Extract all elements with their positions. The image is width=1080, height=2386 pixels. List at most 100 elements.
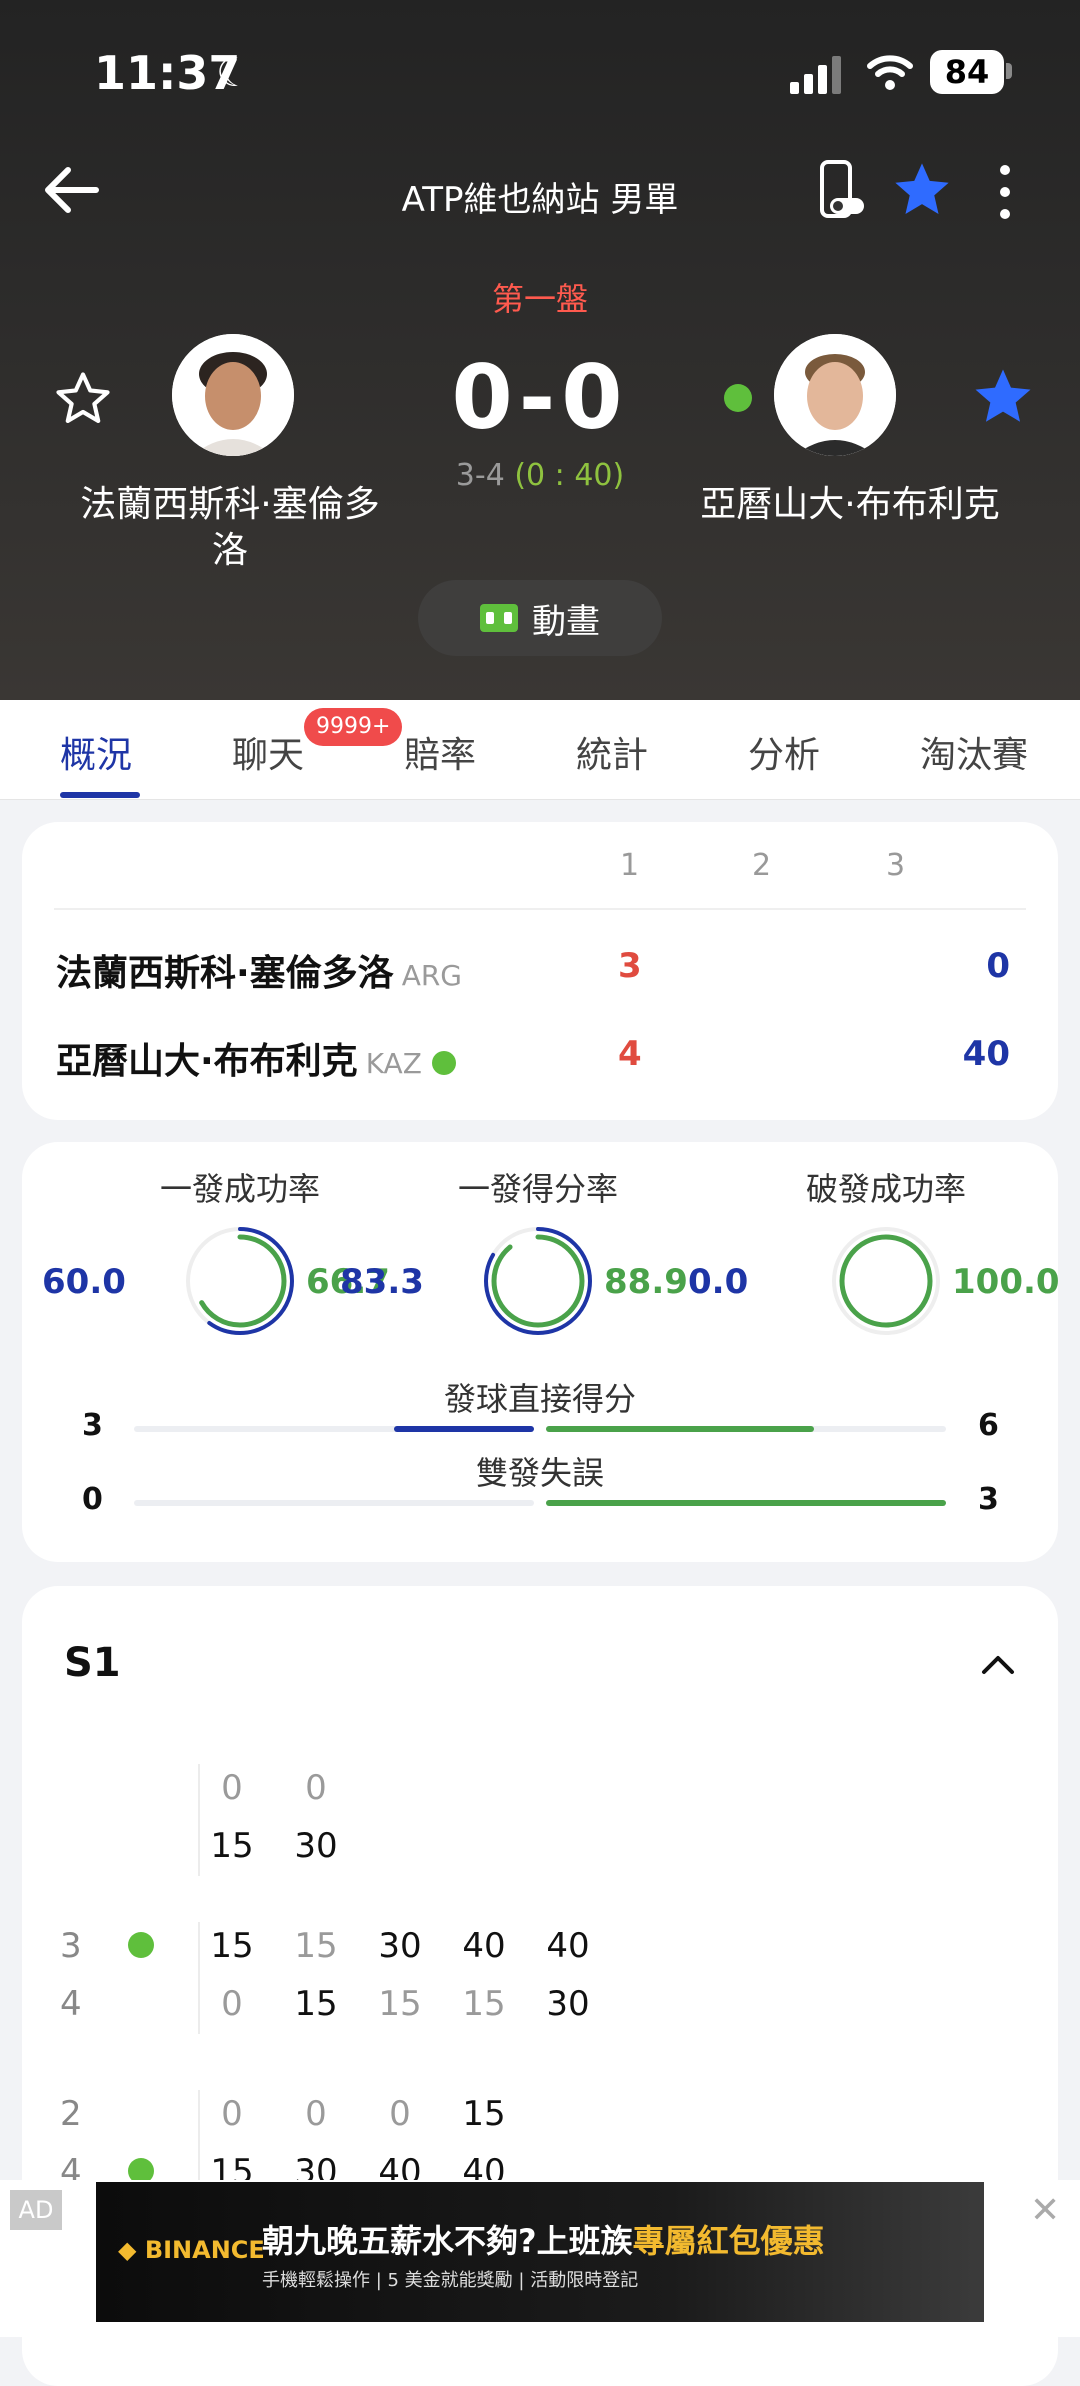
ring-right-arc (193, 1234, 287, 1328)
tab-knockout[interactable]: 淘汰賽 (920, 726, 1028, 778)
point-score-bottom: 15 (378, 1984, 422, 2024)
stat-ring (186, 1227, 294, 1335)
tab-odds[interactable]: 賠率 (404, 726, 476, 778)
game-count-top: 3 (60, 1926, 82, 1966)
ad-headline: 朝九晚五薪水不夠?上班族專屬紅包優惠 (262, 2216, 825, 2262)
bar-stat-label: 發球直接得分 (443, 1380, 636, 1418)
point-score-top: 15 (210, 1926, 254, 1966)
player-right-name[interactable]: 亞曆山大·布布利克 (700, 482, 1000, 528)
left-points: 0 (986, 946, 1010, 986)
bar-fill-left (394, 1426, 534, 1432)
points-score: (0 : 40) (514, 458, 625, 493)
bar-fill-right (546, 1500, 946, 1506)
more-options-icon[interactable] (990, 160, 1020, 224)
left-set1-games: 3 (618, 946, 642, 986)
right-points: 40 (962, 1034, 1010, 1074)
scoreboard-divider (54, 908, 1026, 910)
ring-right-arc (839, 1234, 933, 1328)
server-ball-icon (128, 1932, 154, 1958)
stat-right-value: 100.0 (952, 1262, 1060, 1302)
point-score-bottom: 15 (210, 1826, 254, 1866)
favorite-star-icon[interactable] (890, 158, 954, 222)
games-count: 3-4 (455, 458, 505, 493)
bar-stat-label: 雙發失誤 (475, 1454, 604, 1492)
point-score-bottom: 15 (294, 1984, 338, 2024)
stat-left-value: 60.0 (42, 1262, 126, 1302)
animation-button[interactable]: 動畫 (418, 580, 662, 656)
bar-stat-left-value: 3 (82, 1408, 103, 1443)
tab-stats[interactable]: 統計 (576, 726, 648, 778)
point-score-bottom: 30 (546, 1984, 590, 2024)
tab-bar: 概況 聊天 賠率 統計 分析 淘汰賽 (0, 700, 1080, 800)
scoreboard-right-name: 亞曆山大·布布利克 (56, 1041, 358, 1082)
game-count-bottom: 4 (60, 1984, 82, 2024)
favorite-left-star-icon[interactable] (52, 368, 114, 430)
set-score: 0-0 (451, 346, 629, 449)
animation-label: 動畫 (532, 601, 600, 642)
stat-title: 一發成功率 (159, 1170, 320, 1208)
ad-headline-a: 朝九晚五薪水不夠?上班族 (262, 2222, 633, 2260)
battery-cap (1006, 63, 1012, 79)
bar-track-left (134, 1500, 534, 1506)
point-score-top: 0 (221, 1768, 243, 1808)
bar-stat-right-value: 3 (978, 1482, 999, 1517)
ad-banner[interactable]: ◆ BINANCE 朝九晚五薪水不夠?上班族專屬紅包優惠 手機輕鬆操作 | 5 … (96, 2182, 984, 2322)
stat-left-value: 83.3 (340, 1262, 424, 1302)
point-score-top: 0 (305, 1768, 327, 1808)
chevron-up-icon[interactable] (978, 1648, 1018, 1680)
point-score-top: 40 (546, 1926, 590, 1966)
ad-subtext: 手機輕鬆操作 | 5 美金就能獎勵 | 活動限時登記 (262, 2270, 639, 2291)
battery-indicator: 84 (930, 50, 1004, 94)
ad-close-icon[interactable]: ✕ (1030, 2190, 1060, 2231)
scoreboard-left-name: 法蘭西斯科·塞倫多洛 (56, 953, 394, 994)
point-score-bottom: 0 (221, 1984, 243, 2024)
stat-title: 破發成功率 (805, 1170, 966, 1208)
right-set1-games: 4 (618, 1034, 642, 1074)
tab-chat[interactable]: 聊天 (232, 726, 304, 778)
serving-ball-icon (431, 1051, 456, 1075)
scoreboard-left-country: ARG (401, 959, 462, 992)
player-left-name[interactable]: 法蘭西斯科·塞倫多洛 (70, 482, 390, 574)
stat-right-value: 88.9 (604, 1262, 688, 1302)
point-score-top: 40 (462, 1926, 506, 1966)
current-set-label: 第一盤 (491, 280, 588, 318)
stat-ring (832, 1227, 940, 1335)
set-header-2: 2 (752, 848, 772, 883)
ad-brand: ◆ BINANCE (118, 2236, 265, 2264)
moon-icon: ☾ (216, 50, 252, 96)
player-left-avatar[interactable] (172, 334, 294, 456)
set-header-3: 3 (886, 848, 906, 883)
scoreboard-right-country: KAZ (365, 1047, 422, 1080)
stat-left-value: 0.0 (688, 1262, 749, 1302)
ad-tag: AD (10, 2190, 62, 2230)
point-score-top: 0 (221, 2094, 243, 2134)
ad-headline-b: 專屬紅包優惠 (632, 2222, 825, 2260)
game-count-top: 2 (60, 2094, 82, 2134)
point-score-top: 0 (305, 2094, 327, 2134)
chat-badge: 9999+ (304, 708, 403, 746)
bar-stat-right-value: 6 (978, 1408, 999, 1443)
animation-icon (480, 604, 518, 632)
bar-stat-left-value: 0 (82, 1482, 103, 1517)
signal-icon (790, 56, 841, 94)
wifi-icon (867, 55, 913, 90)
point-score-top: 15 (462, 2094, 506, 2134)
set-detail-title: S1 (64, 1640, 121, 1686)
player-right-avatar[interactable] (774, 334, 896, 456)
tab-analysis[interactable]: 分析 (748, 726, 820, 778)
bar-fill-right (546, 1426, 814, 1432)
active-tab-indicator (60, 792, 140, 798)
phone-toggle-icon[interactable] (816, 160, 868, 222)
tab-overview[interactable]: 概況 (60, 726, 132, 778)
row-divider (198, 1922, 200, 2034)
point-score-bottom: 15 (462, 1984, 506, 2024)
scoreboard-left-player: 法蘭西斯科·塞倫多洛 ARG (56, 944, 462, 996)
ring-right-arc (491, 1234, 585, 1328)
ring-track (832, 1227, 940, 1335)
stat-ring (484, 1227, 592, 1335)
scoreboard-right-player: 亞曆山大·布布利克 KAZ (56, 1032, 456, 1084)
point-score-bottom: 30 (294, 1826, 338, 1866)
point-score-top: 30 (378, 1926, 422, 1966)
favorite-right-star-icon[interactable] (970, 364, 1036, 430)
point-score-top: 15 (294, 1926, 338, 1966)
